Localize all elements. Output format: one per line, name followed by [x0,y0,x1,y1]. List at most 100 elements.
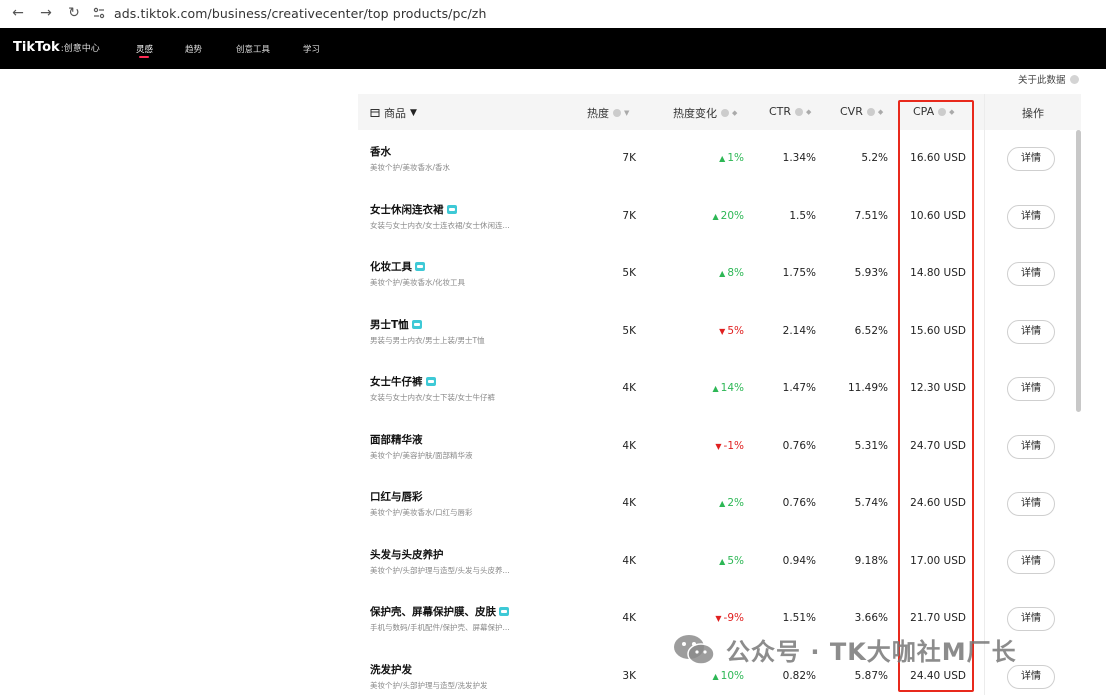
sort-icon[interactable]: ◆ [732,109,737,117]
heat-value: 7K [622,152,636,164]
product-name[interactable]: 口红与唇彩 [370,489,423,504]
product-name[interactable]: 男士T恤 [370,317,422,332]
heat-value: 7K [622,209,636,222]
header-heat-change[interactable]: 热度变化 ◆ [673,105,737,121]
sort-icon[interactable]: ◆ [806,108,811,116]
header-action-label: 操作 [1022,107,1044,120]
product-category: 手机与数码/手机配件/保护壳、屏幕保护... [370,623,510,632]
heat-change: ▼ -1% [676,440,744,452]
site-settings-icon[interactable] [92,6,106,20]
top-navigation: TikTok:创意中心 灵感 趋势 创意工具 学习 [0,28,1106,69]
product-name-text[interactable]: 香水 [370,144,391,159]
trend-down-icon: ▼ [715,441,722,451]
product-name[interactable]: 洗发护发 [370,662,412,677]
product-name-text[interactable]: 女士休闲连衣裙 [370,202,444,217]
ctr-value: 1.5% [789,209,816,222]
header-cvr[interactable]: CVR ◆ [840,105,883,118]
trend-up-icon: ▲ [712,384,719,393]
product-name[interactable]: 保护壳、屏幕保护膜、皮肤 [370,604,509,619]
product-name-text[interactable]: 洗发护发 [370,662,412,677]
info-icon [613,109,621,117]
ctr-value: 2.14% [782,324,816,337]
product-name-text[interactable]: 化妆工具 [370,259,412,274]
reload-icon[interactable]: ↻ [66,5,82,21]
header-heat[interactable]: 热度 ▼ [587,105,629,121]
nav-item-inspiration[interactable]: 灵感 [136,43,153,55]
product-name[interactable]: 女士休闲连衣裙 [370,202,457,217]
header-ctr-label: CTR [769,105,792,118]
heat-change-value: 20% [720,209,744,222]
trend-down-icon: ▼ [715,614,722,623]
product-name-text[interactable]: 头发与头皮养护 [370,547,444,562]
detail-button[interactable]: 详情 [1007,607,1055,631]
cvr-value: 5.74% [854,497,888,509]
ctr-value: 0.82% [782,669,816,682]
product-category: 男装与男士内衣/男士上装/男士T恤 [370,335,485,345]
heat-change-value: 10% [720,669,744,682]
product-name[interactable]: 化妆工具 [370,259,425,274]
heat-value: 4K [622,439,636,452]
url-text[interactable]: ads.tiktok.com/business/creativecenter/t… [114,6,487,21]
product-name-text[interactable]: 保护壳、屏幕保护膜、皮肤 [370,604,496,619]
product-name-text[interactable]: 面部精华液 [370,432,423,447]
product-name-text[interactable]: 男士T恤 [370,317,409,332]
about-data-link[interactable]: 关于此数据 [1018,72,1079,86]
product-name[interactable]: 香水 [370,144,391,159]
cvr-value: 5.93% [854,267,888,279]
product-filter-icon [370,109,380,117]
product-category: 女装与女士内衣/女士下装/女士牛仔裤 [370,393,496,402]
header-product[interactable]: 商品 ▼ [370,105,417,121]
ctr-value: 0.76% [782,439,816,452]
header-heat-label: 热度 [587,107,609,120]
product-name[interactable]: 面部精华液 [370,432,423,447]
detail-button[interactable]: 详情 [1007,549,1055,574]
detail-button[interactable]: 详情 [1007,262,1055,286]
product-tag-icon [499,607,509,616]
trend-up-icon: ▲ [719,499,726,508]
nav-item-creative-tools[interactable]: 创意工具 [236,43,270,55]
nav-item-learning[interactable]: 学习 [303,43,320,55]
header-heat-change-label: 热度变化 [673,107,717,120]
product-name[interactable]: 女士牛仔裤 [370,374,436,389]
heat-value: 4K [622,612,636,624]
product-name[interactable]: 头发与头皮养护 [370,547,444,562]
forward-icon[interactable]: → [38,5,54,21]
tiktok-logo[interactable]: TikTok:创意中心 [13,40,100,55]
heat-change-value: 5% [727,554,744,567]
product-category: 美妆个护/美妆香水/口红与唇彩 [370,508,473,517]
active-nav-indicator [139,56,149,58]
detail-button[interactable]: 详情 [1007,319,1055,344]
sort-desc-icon[interactable]: ▼ [624,109,629,117]
cvr-value: 3.66% [854,612,888,624]
info-icon [1069,74,1079,84]
product-tag-icon [425,377,436,386]
vertical-scrollbar[interactable] [1076,130,1081,412]
sort-icon[interactable]: ◆ [878,108,883,116]
trend-down-icon: ▼ [719,326,726,336]
header-ctr[interactable]: CTR ◆ [769,105,811,118]
about-data-label[interactable]: 关于此数据 [1018,72,1066,86]
detail-button[interactable]: 详情 [1007,492,1055,516]
nav-item-trends[interactable]: 趋势 [185,43,202,55]
heat-value: 4K [622,382,636,394]
info-icon [721,109,729,117]
heat-change: ▲ 5% [676,555,744,567]
detail-button[interactable]: 详情 [1007,147,1055,171]
header-cvr-label: CVR [840,105,863,118]
product-name-text[interactable]: 女士牛仔裤 [370,374,423,389]
heat-change: ▲ 1% [676,152,744,164]
ctr-value: 1.51% [782,612,816,624]
heat-change-value: -9% [723,612,744,624]
trend-up-icon: ▲ [712,211,719,221]
address-bar[interactable]: ads.tiktok.com/business/creativecenter/t… [92,2,487,24]
detail-button[interactable]: 详情 [1007,377,1055,401]
product-name-text[interactable]: 口红与唇彩 [370,489,423,504]
detail-button[interactable]: 详情 [1007,204,1055,229]
detail-button[interactable]: 详情 [1007,664,1055,689]
cvr-value: 5.87% [854,669,888,682]
product-tag-icon [415,262,425,271]
heat-value: 5K [622,267,636,279]
back-icon[interactable]: ← [10,5,26,21]
detail-button[interactable]: 详情 [1007,434,1055,459]
heat-change-value: -1% [723,439,744,452]
